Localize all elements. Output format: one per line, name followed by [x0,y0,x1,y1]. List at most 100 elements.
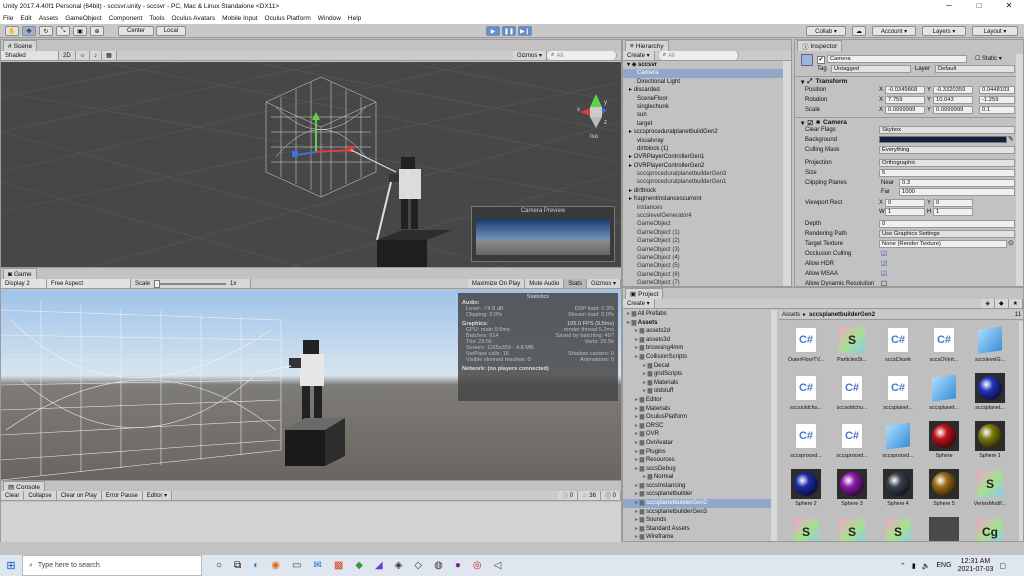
project-folder-item[interactable]: ▸ ▆ sccsplanetbuilderGen2 [623,499,771,508]
asset-item[interactable]: Sphere 3 [833,469,871,507]
project-folder-item[interactable]: ▸ ▆ Decal [623,362,771,371]
app-icon[interactable]: ◆ [355,560,363,571]
rect-tool-icon[interactable]: ▣ [73,26,87,36]
project-folder-item[interactable]: ▸ ▆ browsing4mm [623,344,771,353]
aspect-dropdown[interactable]: Free Aspect [47,279,131,288]
asset-item[interactable]: S VertexModif... [971,469,1009,507]
rotate-tool-icon[interactable]: ↻ [39,26,53,36]
scene-gizmos-dropdown[interactable]: Gizmos ▾ [512,51,547,60]
menu-tools[interactable]: Tools [149,15,164,22]
game-gizmos-dropdown[interactable]: Gizmos ▾ [586,279,621,288]
menu-help[interactable]: Help [348,15,361,22]
asset-item[interactable]: sccsplanet... [971,373,1009,411]
project-folder-item[interactable]: ▸ ▆ All Prefabs [623,310,771,319]
file-explorer-icon[interactable]: ▭ [292,560,301,571]
tab-hierarchy[interactable]: ≡ Hierarchy [625,40,669,51]
hierarchy-item[interactable]: ▸ fragmentinstancescurrent [623,195,783,203]
asset-item[interactable]: S [833,517,871,541]
console-clear-on-play-toggle[interactable]: Clear on Play [56,491,102,500]
console-error-count[interactable]: ⓘ 0 [558,491,579,500]
tag-dropdown[interactable]: Untagged [831,65,911,73]
windows-start-icon[interactable]: ⊞ [0,559,22,572]
project-folder-item[interactable]: ▸ ▆ Sounds [623,516,771,525]
near-field[interactable]: 0.3 [899,179,1015,187]
menu-window[interactable]: Window [318,15,341,22]
rendering-path-dropdown[interactable]: Use Graphics Settings [879,230,1015,238]
console-clear-button[interactable]: Clear [1,491,25,500]
project-folder-item[interactable]: ▸ ▆ sccsplanetbuilder [623,490,771,499]
edge-icon[interactable]: ◐ [253,560,259,571]
project-folder-item[interactable]: ▸ ▆ Standard Assets [623,525,771,534]
visual-studio-icon[interactable]: ◢ [375,560,383,571]
hierarchy-scene-root[interactable]: ▾ ◈ sccsvr [623,61,783,69]
firefox-icon[interactable]: ◉ [271,560,280,571]
project-folder-item[interactable]: ▸ ▆ gridScripts [623,370,771,379]
step-icon[interactable]: ▶❙ [518,26,532,36]
hierarchy-item[interactable]: sccsproceduralplanetbuilderGen1 [623,178,783,186]
account-dropdown[interactable]: Account ▾ [872,26,916,36]
asset-item[interactable]: C# sccsoldchu... [833,373,871,411]
active-checkbox[interactable]: ✔ [817,56,825,64]
mute-audio-toggle[interactable]: Mute Audio [525,279,565,288]
object-name-input[interactable]: Camera [827,55,967,63]
asset-item[interactable]: Sphere 1 [971,421,1009,459]
menu-gameobject[interactable]: GameObject [65,15,102,22]
asset-item[interactable]: Cg [971,517,1009,541]
asset-item[interactable]: C# sccsOVert... [925,325,963,363]
hierarchy-item[interactable]: sccslevelGenerator4 [623,212,783,220]
hierarchy-item[interactable]: GameObject (5) [623,262,783,270]
hierarchy-scrollbar[interactable] [783,61,791,286]
menu-edit[interactable]: Edit [20,15,31,22]
unity-icon[interactable]: ◇ [414,560,422,571]
layer-dropdown[interactable]: Default [935,65,1015,73]
console-error-pause-toggle[interactable]: Error Pause [101,491,143,500]
size-field[interactable]: 5 [879,169,1015,177]
menu-mobile-input[interactable]: Mobile Input [222,15,257,22]
hierarchy-item[interactable]: singlechunk [623,103,783,111]
hierarchy-item[interactable]: GameObject (2) [623,237,783,245]
mail-icon[interactable]: ✉ [313,560,321,571]
occlusion-culling-checkbox[interactable]: ☑ [881,250,887,258]
search-by-label-icon[interactable]: ◆ [994,299,1009,308]
allow-msaa-checkbox[interactable]: ☑ [881,270,887,278]
viewport-y-field[interactable]: 0 [933,199,973,207]
language-indicator[interactable]: ENG [936,562,951,569]
project-folder-item[interactable]: ▸ ▆ assets3d [623,336,771,345]
pause-icon[interactable]: ❚❚ [502,26,516,36]
scale-slider-thumb[interactable] [154,279,161,288]
layers-dropdown[interactable]: Layers ▾ [922,26,966,36]
static-toggle[interactable]: ☐ Static ▾ [975,55,1002,62]
menu-file[interactable]: File [3,15,13,22]
project-folder-item[interactable]: ▸ ▆ Wireframe [623,533,771,541]
project-folder-item[interactable]: ▸ ▆ sccsplanetbuilderGen3 [623,508,771,517]
cortana-icon[interactable]: ○ [216,560,222,571]
hierarchy-item[interactable]: ▸ OVRPlayerControllerGen2 [623,162,783,170]
hand-tool-icon[interactable]: ✋ [5,26,19,36]
asset-item[interactable]: sccsproced... [879,421,917,459]
project-folder-item[interactable]: ▸ ▆ assets2d [623,327,771,336]
project-folder-item[interactable]: ▸ ▆ ORSC [623,422,771,431]
project-folder-item[interactable]: ▸ ▆ Normal [623,473,771,482]
transform-header[interactable]: ▾ ⤢ Transform [795,76,1017,86]
app-icon-2[interactable]: ● [455,560,461,571]
hierarchy-item[interactable]: ▸ OVRPlayerControllerGen1 [623,153,783,161]
depth-field[interactable]: 0 [879,220,1015,228]
display-dropdown[interactable]: Display 2 [1,279,47,288]
project-folder-item[interactable]: ▸ ▆ Materials [623,379,771,388]
project-folder-item[interactable]: ▸ ▆ Plugins [623,448,771,457]
project-folder-item[interactable]: ▸ ▆ OVR [623,430,771,439]
asset-item[interactable]: C# sccsproced... [833,421,871,459]
asset-item[interactable]: C# sccsproced... [787,421,825,459]
position-y-field[interactable]: -0.3320359 [933,86,973,94]
rotation-z-field[interactable]: -1.259 [979,96,1015,104]
clock[interactable]: 12:31 AM 2021-07-03 [958,558,994,574]
project-folder-item[interactable]: ▸ ▆ sccsInstancing [623,482,771,491]
hierarchy-item[interactable]: visualvray [623,137,783,145]
project-folder-item[interactable]: ▸ ▆ Editor [623,396,771,405]
asset-item[interactable]: sccslevelG... [971,325,1009,363]
console-warning-count[interactable]: ⚠ 36 [578,491,601,500]
clear-flags-dropdown[interactable]: Skybox [879,126,1015,134]
project-folder-item[interactable]: ▸ ▆ sccsDebug [623,465,771,474]
hierarchy-item[interactable]: Directional Light [623,78,783,86]
projection-dropdown[interactable]: Orthographic [879,159,1015,167]
